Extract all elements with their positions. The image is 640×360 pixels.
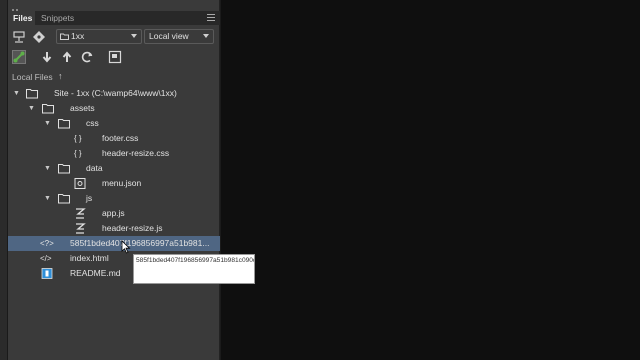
tree-row-site[interactable]: ▼ Site - 1xx (C:\wamp64\www\1xx) bbox=[8, 86, 220, 101]
chevron-down-icon bbox=[203, 34, 209, 38]
tree-label: menu.json bbox=[102, 178, 142, 188]
files-toolbar-top: 1xx Local view bbox=[8, 27, 220, 47]
files-toolbar-bottom bbox=[8, 47, 220, 67]
put-files-icon[interactable] bbox=[60, 50, 74, 64]
js-file-icon bbox=[76, 208, 86, 219]
md-file-icon bbox=[41, 268, 53, 279]
folder-icon bbox=[58, 119, 70, 129]
chevron-down-icon[interactable]: ▼ bbox=[28, 101, 35, 116]
tree-row-header-resize-css[interactable]: { } header-resize.css bbox=[8, 146, 220, 161]
expand-panel-icon[interactable] bbox=[108, 50, 122, 64]
tree-label: README.md bbox=[70, 268, 121, 278]
refresh-icon[interactable] bbox=[80, 50, 94, 64]
tree-label: 585f1bded407f196856997a51b981... bbox=[70, 238, 210, 248]
css-file-icon: { } bbox=[74, 134, 82, 143]
tree-label: footer.css bbox=[102, 133, 139, 143]
folder-icon bbox=[58, 194, 70, 204]
panel-menu-icon[interactable] bbox=[207, 14, 215, 22]
left-dock-strip bbox=[0, 0, 8, 360]
git-icon[interactable] bbox=[32, 30, 46, 44]
chevron-down-icon[interactable]: ▼ bbox=[44, 161, 51, 176]
tab-files[interactable]: Files bbox=[8, 11, 35, 25]
folder-icon bbox=[58, 164, 70, 174]
chevron-down-icon[interactable]: ▼ bbox=[44, 116, 51, 131]
tree-row-php-file[interactable]: <?> 585f1bded407f196856997a51b981... bbox=[8, 236, 220, 251]
filename-tooltip: 585f1bded407f196856997a51b981c090de345a5… bbox=[133, 254, 255, 284]
panel-tabbar: Files Snippets bbox=[8, 11, 220, 25]
tree-label: index.html bbox=[70, 253, 109, 263]
panel-grip[interactable] bbox=[12, 3, 22, 11]
tree-row-js[interactable]: ▼ js bbox=[8, 191, 220, 206]
chevron-down-icon bbox=[131, 34, 137, 38]
php-file-icon: <?> bbox=[40, 239, 54, 248]
tree-row-assets[interactable]: ▼ assets bbox=[8, 101, 220, 116]
local-files-label[interactable]: Local Files bbox=[12, 72, 53, 82]
mouse-cursor-icon bbox=[121, 240, 131, 254]
tree-label: data bbox=[86, 163, 103, 173]
tree-label: header-resize.js bbox=[102, 223, 163, 233]
tree-row-footer-css[interactable]: { } footer.css bbox=[8, 131, 220, 146]
tree-label: css bbox=[86, 118, 99, 128]
tree-row-app-js[interactable]: app.js bbox=[8, 206, 220, 221]
connect-icon[interactable] bbox=[12, 50, 26, 64]
chevron-down-icon[interactable]: ▼ bbox=[44, 191, 51, 206]
tree-label: js bbox=[86, 193, 93, 203]
tree-row-css[interactable]: ▼ css bbox=[8, 116, 220, 131]
js-file-icon bbox=[76, 223, 86, 234]
files-panel: Files Snippets 1xx Local view Local File… bbox=[8, 0, 220, 360]
folder-icon bbox=[26, 89, 38, 99]
tree-label: app.js bbox=[102, 208, 125, 218]
folder-icon bbox=[60, 33, 69, 40]
tree-label: header-resize.css bbox=[102, 148, 170, 158]
tree-row-menu-json[interactable]: menu.json bbox=[8, 176, 220, 191]
site-select[interactable]: 1xx bbox=[56, 29, 142, 44]
json-file-icon bbox=[74, 178, 86, 189]
view-select-value: Local view bbox=[149, 31, 189, 41]
chevron-down-icon[interactable]: ▼ bbox=[13, 86, 20, 101]
tree-row-data[interactable]: ▼ data bbox=[8, 161, 220, 176]
manage-sites-icon[interactable] bbox=[12, 30, 26, 44]
html-file-icon: </> bbox=[40, 254, 52, 263]
view-select[interactable]: Local view bbox=[144, 29, 214, 44]
css-file-icon: { } bbox=[74, 149, 82, 158]
tab-snippets[interactable]: Snippets bbox=[36, 11, 80, 25]
tree-label: Site - 1xx (C:\wamp64\www\1xx) bbox=[54, 88, 177, 98]
site-select-value: 1xx bbox=[71, 31, 85, 41]
editor-area[interactable] bbox=[221, 0, 640, 360]
sort-ascending-icon[interactable]: ↑ bbox=[58, 71, 63, 81]
tree-label: assets bbox=[70, 103, 95, 113]
tree-row-header-resize-js[interactable]: header-resize.js bbox=[8, 221, 220, 236]
folder-icon bbox=[42, 104, 54, 114]
get-files-icon[interactable] bbox=[40, 50, 54, 64]
